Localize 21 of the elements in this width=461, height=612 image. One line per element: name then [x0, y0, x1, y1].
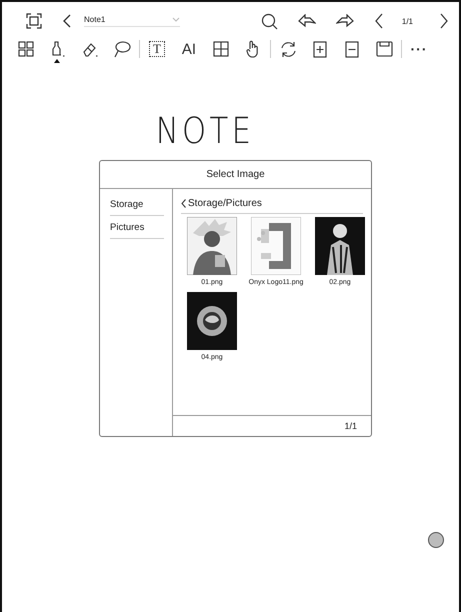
note-title-dropdown[interactable]: Note1 — [84, 15, 180, 27]
ai-tool[interactable]: AI — [177, 38, 201, 60]
path-back-link[interactable]: Storage/Pictures — [181, 189, 363, 214]
back-icon[interactable] — [181, 199, 186, 208]
source-item[interactable]: Storage — [110, 193, 164, 216]
source-item[interactable]: Pictures — [110, 216, 164, 239]
more-tool[interactable]: ··· — [407, 38, 431, 60]
search-icon[interactable] — [260, 12, 278, 30]
next-page-icon[interactable] — [439, 13, 449, 29]
page-indicator: 1/1 — [344, 421, 357, 431]
fullscreen-icon[interactable] — [26, 13, 42, 29]
page-number: 1/1 — [402, 16, 413, 26]
previous-page-icon[interactable] — [374, 13, 384, 29]
back-icon[interactable] — [62, 14, 72, 28]
undo-icon[interactable] — [298, 14, 316, 28]
dialog-title: Select Image — [100, 161, 371, 189]
text-tool[interactable]: T — [145, 38, 169, 60]
floating-button[interactable] — [428, 532, 444, 548]
pen-icon[interactable] — [50, 40, 66, 58]
handwritten-text: NOTE — [156, 111, 255, 152]
redo-icon[interactable] — [336, 14, 354, 28]
